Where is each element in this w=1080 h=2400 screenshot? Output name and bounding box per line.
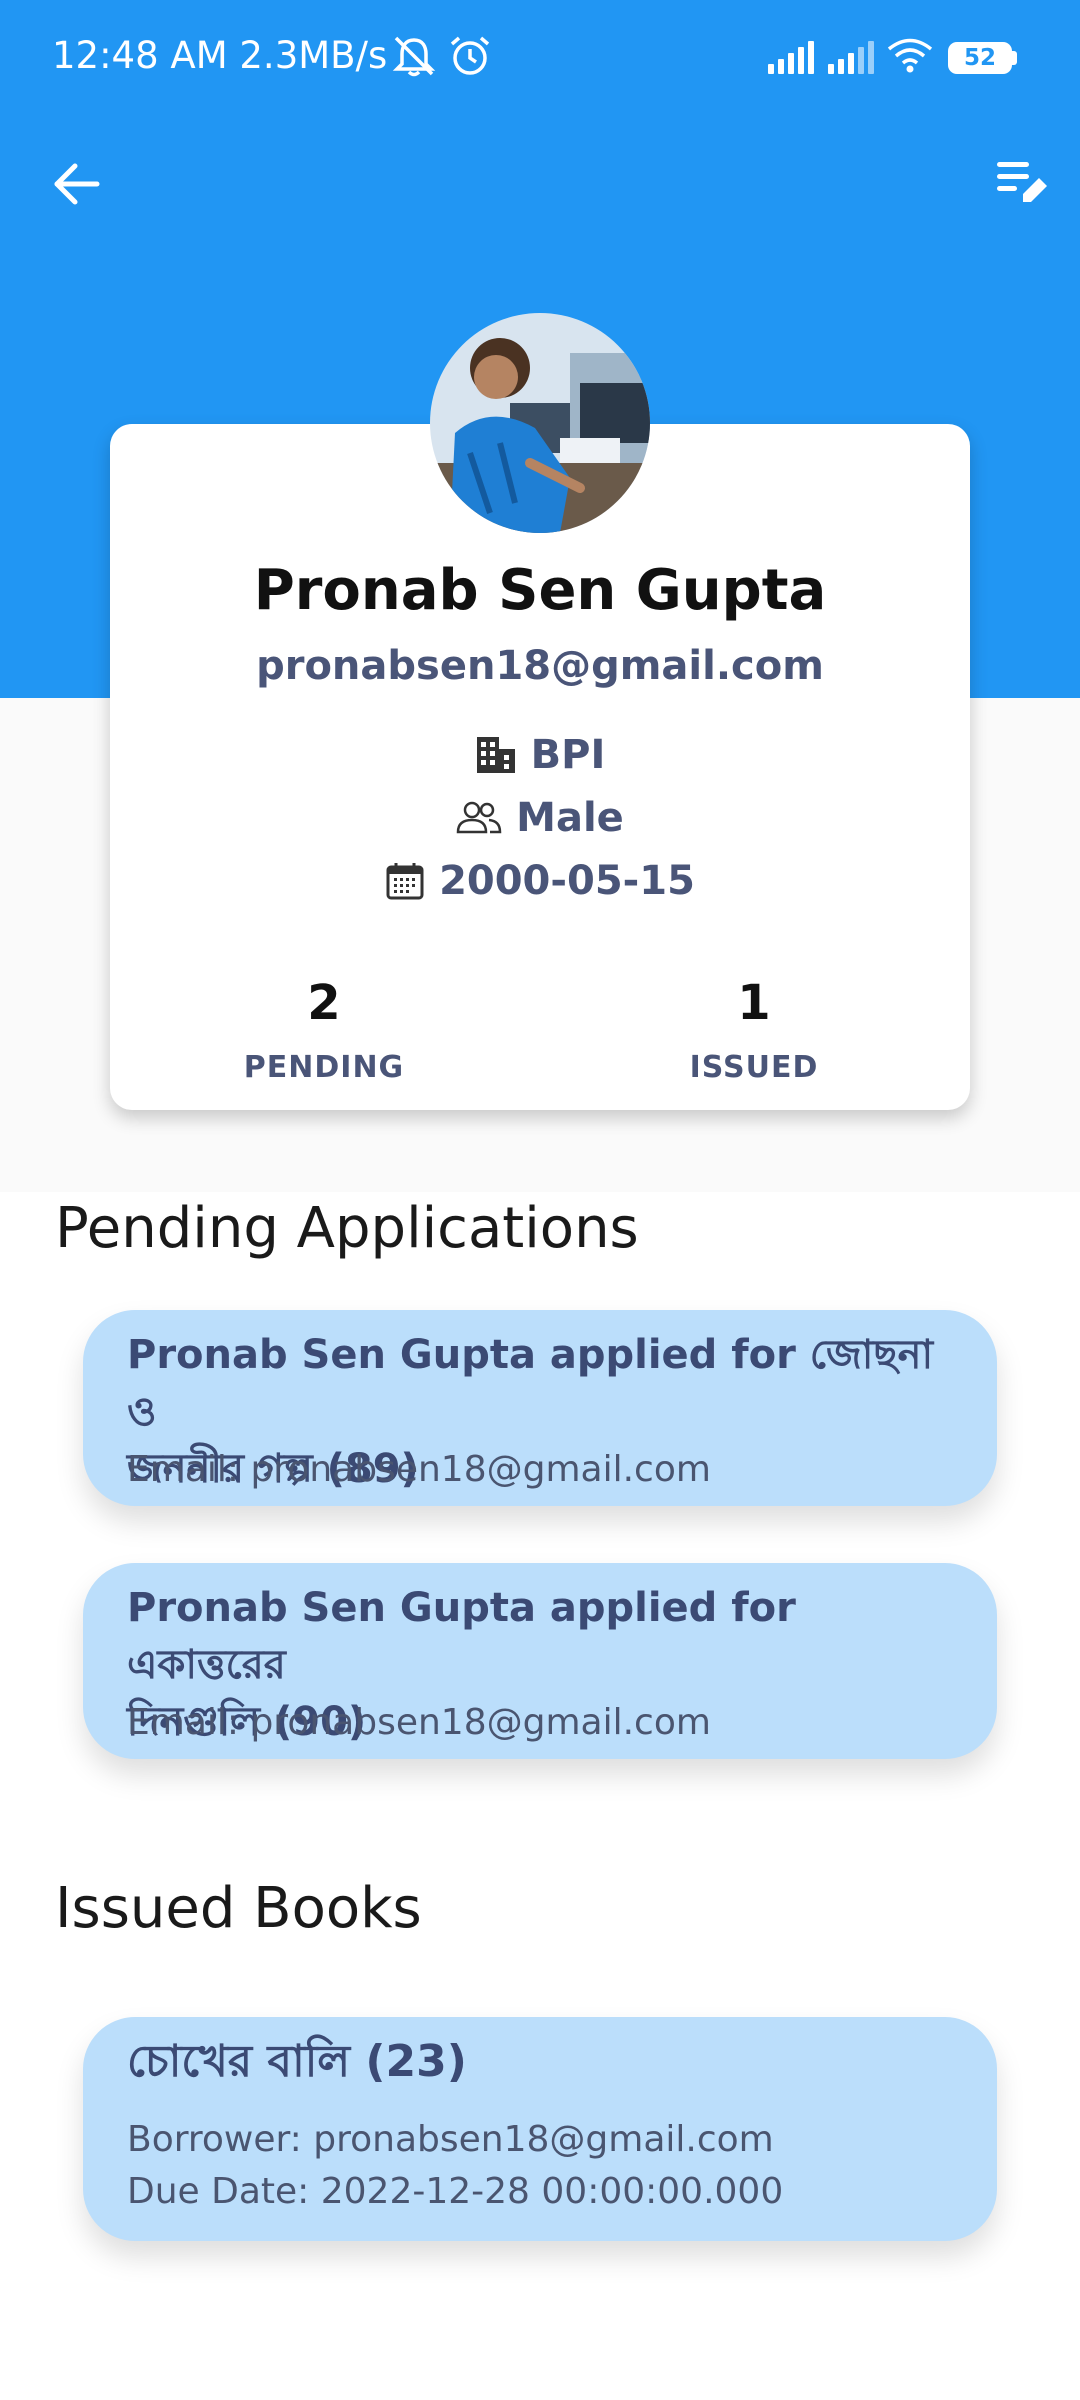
book-title: চোখের বালি (23) (127, 2036, 467, 2087)
pending-label: PENDING (243, 1050, 405, 1085)
department-row: BPI (0, 732, 1080, 778)
borrower-text: Borrower: pronabsen18@gmail.com (127, 2119, 774, 2160)
pending-count: 2 (307, 975, 341, 1031)
signal-icon-2 (826, 40, 878, 78)
dob-row: 2000-05-15 (0, 858, 1080, 904)
people-icon (456, 800, 502, 836)
status-time: 12:48 AM 2.3MB/s (52, 34, 387, 77)
issued-book-card[interactable]: চোখের বালি (23) Borrower: pronabsen18@gm… (83, 2017, 997, 2241)
application-email: Email: pronabsen18@gmail.com (127, 1449, 711, 1490)
building-icon (475, 735, 517, 775)
arrow-left-icon (54, 163, 100, 205)
pending-application-card[interactable]: Pronab Sen Gupta applied for একাত্তরের দ… (83, 1563, 997, 1759)
avatar (430, 313, 650, 533)
profile-email: pronabsen18@gmail.com (256, 643, 824, 689)
alarm-icon (448, 34, 492, 82)
status-bar: 12:48 AM 2.3MB/s 52 (0, 0, 1080, 116)
battery-tip (1012, 51, 1017, 65)
gender-row: Male (0, 795, 1080, 841)
application-title-line: Pronab Sen Gupta applied for একাত্তরের (127, 1585, 796, 1688)
calendar-icon (385, 861, 425, 901)
edit-profile-button[interactable] (982, 150, 1062, 218)
due-date-text: Due Date: 2022-12-28 00:00:00.000 (127, 2171, 784, 2212)
pending-section-title: Pending Applications (55, 1196, 639, 1261)
back-button[interactable] (40, 152, 112, 216)
department-text: BPI (530, 732, 606, 778)
issued-section-title: Issued Books (55, 1876, 422, 1941)
issued-label: ISSUED (689, 1050, 819, 1085)
pending-application-card[interactable]: Pronab Sen Gupta applied for জোছনা ও জনন… (83, 1310, 997, 1506)
signal-icon (766, 40, 818, 78)
battery-icon: 52 (948, 42, 1012, 74)
application-title-line: Pronab Sen Gupta applied for জোছনা ও (127, 1332, 934, 1435)
gender-text: Male (516, 795, 624, 841)
issued-count: 1 (737, 975, 771, 1031)
silent-bell-icon (390, 34, 438, 82)
dob-text: 2000-05-15 (439, 858, 695, 904)
profile-name: Pronab Sen Gupta (253, 558, 827, 623)
clock-text: 12:48 AM (52, 34, 228, 77)
network-speed-text: 2.3MB/s (239, 34, 388, 77)
wifi-icon (886, 36, 934, 80)
application-email: Email: pronabsen18@gmail.com (127, 1702, 711, 1743)
edit-list-icon (997, 162, 1047, 202)
